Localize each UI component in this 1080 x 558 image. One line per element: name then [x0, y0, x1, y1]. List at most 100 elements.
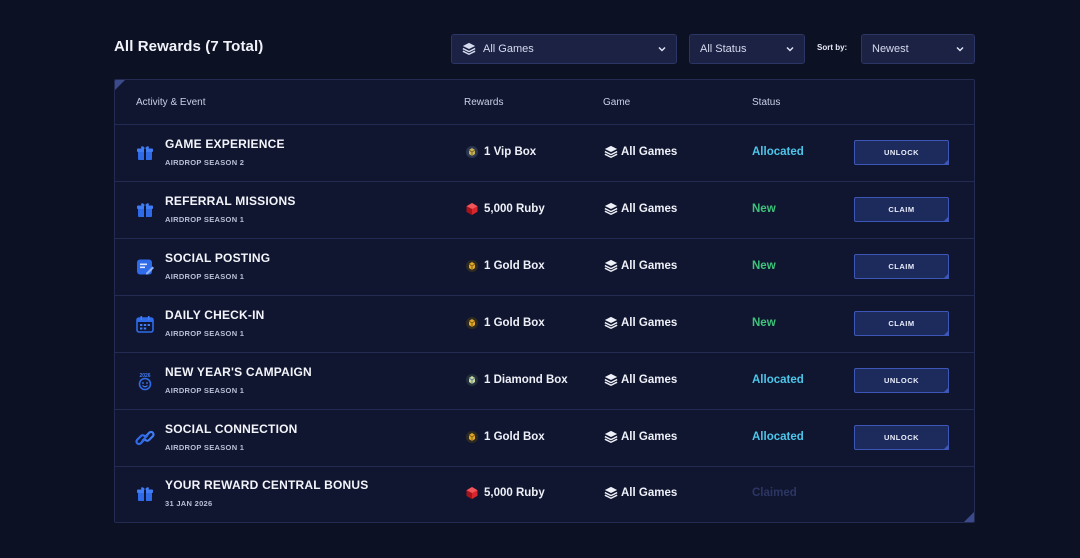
game-label: All Games [621, 316, 678, 329]
table-row: YOUR REWARD CENTRAL BONUS 31 JAN 2026 5,00… [115, 466, 974, 522]
table-row: 2026 NEW YEAR'S CAMPAIGN AIRDROP SEASON 1 1… [115, 353, 974, 410]
game-cell: All Games [604, 486, 677, 500]
reward-label: 1 Diamond Box [484, 373, 568, 386]
calendar-icon [135, 314, 155, 334]
layers-icon [604, 430, 618, 444]
unlock-button[interactable]: UNLOCK [854, 140, 949, 165]
game-cell: All Games [604, 202, 677, 216]
reward-label: 1 Vip Box [484, 146, 537, 158]
table-row: DAILY CHECK-IN AIRDROP SEASON 1 1 Gold Box… [115, 296, 974, 353]
sort-value: Newest [872, 43, 909, 55]
game-label: All Games [621, 146, 678, 158]
table-row: SOCIAL CONNECTION AIRDROP SEASON 1 1 Gold … [115, 410, 974, 467]
gift-icon [135, 200, 155, 220]
layers-icon [604, 259, 618, 273]
layers-icon [604, 202, 618, 216]
game-cell: All Games [604, 373, 677, 387]
gift-icon [135, 143, 155, 163]
layers-icon [462, 42, 476, 56]
reward-cell: 1 Gold Box [465, 259, 545, 273]
chevron-down-icon [956, 46, 964, 52]
table-row: SOCIAL POSTING AIRDROP SEASON 1 1 Gold Box… [115, 239, 974, 296]
status-label: New [752, 202, 776, 215]
layers-icon [604, 373, 618, 387]
diamond-box-icon [465, 373, 479, 387]
claim-button[interactable]: CLAIM [854, 196, 949, 222]
link-icon [135, 428, 155, 448]
reward-cell: 1 Vip Box [465, 145, 536, 159]
chevron-down-icon [786, 46, 794, 52]
reward-label: 1 Gold Box [484, 430, 545, 443]
game-label: All Games [621, 259, 678, 272]
game-label: All Games [621, 430, 678, 443]
reward-label: 1 Gold Box [484, 316, 545, 329]
event-subtitle: AIRDROP SEASON 1 [165, 214, 245, 224]
event-title: SOCIAL CONNECTION [165, 421, 298, 436]
reward-cell: 5,000 Ruby [465, 486, 545, 500]
claim-button[interactable]: CLAIM [854, 310, 949, 336]
event-title: REFERRAL MISSIONS [165, 193, 296, 208]
event-title: NEW YEAR'S CAMPAIGN [165, 364, 312, 379]
post-icon [135, 257, 155, 277]
game-cell: All Games [604, 259, 677, 273]
event-title: DAILY CHECK-IN [165, 307, 265, 322]
sort-label: Sort by: [817, 43, 848, 52]
game-cell: All Games [604, 316, 677, 330]
table-header: Activity & Event Rewards Game Status [115, 80, 974, 125]
unlock-button[interactable]: UNLOCK [854, 367, 949, 393]
reward-cell: 1 Gold Box [465, 430, 545, 444]
status-label: Allocated [752, 146, 804, 158]
event-subtitle: AIRDROP SEASON 1 [165, 385, 245, 395]
game-cell: All Games [604, 145, 677, 159]
status-label: New [752, 259, 776, 272]
event-title: SOCIAL POSTING [165, 250, 271, 265]
event-subtitle: AIRDROP SEASON 1 [165, 442, 245, 452]
event-subtitle: AIRDROP SEASON 1 [165, 271, 245, 281]
game-cell: All Games [604, 430, 677, 444]
status-label: Allocated [752, 373, 804, 386]
games-filter-value: All Games [483, 43, 534, 55]
event-title: YOUR REWARD CENTRAL BONUS [165, 478, 369, 493]
reward-cell: 5,000 Ruby [465, 202, 545, 216]
reward-label: 1 Gold Box [484, 259, 545, 272]
reward-cell: 1 Gold Box [465, 316, 545, 330]
layers-icon [604, 316, 618, 330]
chevron-down-icon [658, 46, 666, 52]
unlock-button[interactable]: UNLOCK [854, 424, 949, 450]
layers-icon [604, 486, 618, 500]
reward-cell: 1 Diamond Box [465, 373, 568, 387]
column-header-game: Game [603, 97, 631, 108]
status-filter-dropdown[interactable]: All Status [689, 34, 805, 64]
new-year-icon: 2026 [135, 371, 155, 391]
game-label: All Games [621, 373, 678, 386]
status-filter-value: All Status [700, 43, 747, 55]
reward-label: 5,000 Ruby [484, 202, 545, 215]
sort-dropdown[interactable]: Newest [861, 34, 975, 64]
gift-icon [135, 484, 155, 504]
event-subtitle: AIRDROP SEASON 1 [165, 328, 245, 338]
status-label: Claimed [752, 487, 797, 500]
column-header-status: Status [752, 97, 781, 108]
event-subtitle: 31 JAN 2026 [165, 499, 213, 509]
table-row: REFERRAL MISSIONS AIRDROP SEASON 1 5,000 R… [115, 182, 974, 239]
column-header-activity: Activity & Event [136, 97, 206, 108]
ruby-icon [465, 486, 479, 500]
reward-label: 5,000 Ruby [484, 487, 545, 500]
gold-box-icon [465, 430, 479, 444]
games-filter-dropdown[interactable]: All Games [451, 34, 677, 64]
gold-box-icon [465, 259, 479, 273]
event-title: GAME EXPERIENCE [165, 137, 285, 151]
gold-box-icon [465, 316, 479, 330]
corner-decoration [964, 512, 974, 522]
game-label: All Games [621, 202, 678, 215]
page-title: All Rewards (7 Total) [114, 38, 264, 55]
claim-button[interactable]: CLAIM [854, 253, 949, 279]
rewards-table: Activity & Event Rewards Game Status GAM… [114, 79, 975, 523]
status-label: New [752, 316, 776, 329]
event-subtitle: AIRDROP SEASON 2 [165, 158, 245, 167]
ruby-icon [465, 202, 479, 216]
layers-icon [604, 145, 618, 159]
table-row: GAME EXPERIENCE AIRDROP SEASON 2 1 Vip Box… [115, 125, 974, 182]
column-header-rewards: Rewards [464, 97, 504, 108]
game-label: All Games [621, 487, 678, 500]
